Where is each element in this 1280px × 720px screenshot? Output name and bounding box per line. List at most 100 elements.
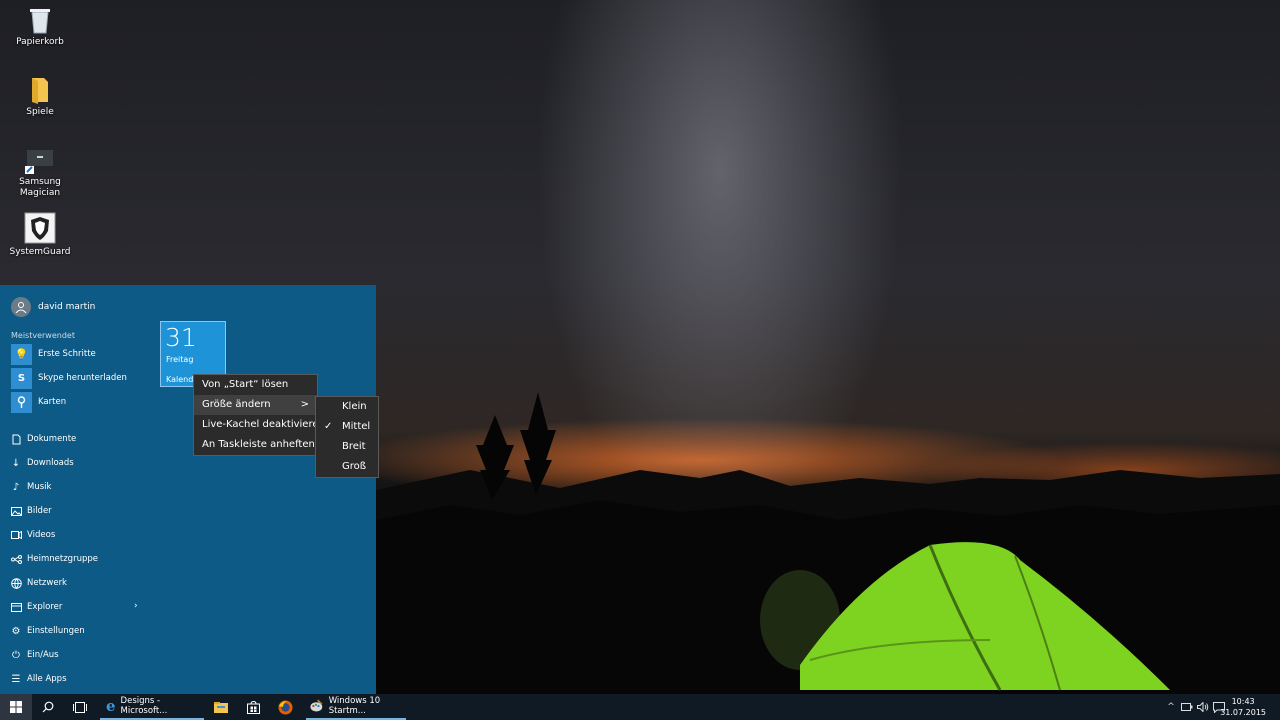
unpin-from-start-item[interactable]: Von „Start“ lösen — [194, 375, 317, 395]
start-place-dokumente[interactable]: Dokumente — [10, 431, 76, 447]
shield-icon — [24, 212, 56, 244]
taskbar-app-file-explorer[interactable] — [208, 694, 234, 720]
most-used-heading: Meistverwendet — [11, 331, 75, 340]
download-icon: ↓ — [11, 457, 21, 469]
user-account-button[interactable]: david martin — [11, 297, 95, 317]
taskbar-app-label: Designs - Microsoft... — [120, 696, 168, 716]
resize-label: Größe ändern — [202, 399, 271, 410]
power-icon: ⏻ — [12, 649, 20, 661]
taskbar-clock[interactable]: 10:43 31.07.2015 — [1220, 696, 1266, 718]
taskbar-app-store[interactable] — [240, 694, 266, 720]
desktop-icon-systemguard[interactable]: SystemGuard — [2, 212, 78, 258]
place-label: Netzwerk — [27, 578, 67, 588]
place-label: Downloads — [27, 458, 74, 468]
search-button[interactable] — [34, 694, 62, 720]
file-explorer-icon — [214, 701, 228, 713]
desktop-icon-papierkorb[interactable]: Papierkorb — [2, 6, 78, 48]
pin-to-taskbar-item[interactable]: An Taskleiste anheften — [194, 435, 317, 455]
size-medium-item[interactable]: ✓ Mittel — [316, 417, 378, 437]
lightbulb-icon: 💡 — [11, 343, 32, 365]
most-used-label: Karten — [38, 397, 67, 407]
desktop-icon-label: Papierkorb — [16, 37, 64, 47]
taskbar-app-paint[interactable]: Windows 10 Startm... — [306, 694, 406, 720]
start-place-alle-apps[interactable]: ☰ Alle Apps — [10, 671, 67, 687]
most-used-label: Skype herunterladen — [38, 373, 127, 383]
place-label: Alle Apps — [27, 674, 67, 684]
network-icon — [10, 577, 22, 589]
most-used-item-erste-schritte[interactable]: 💡 Erste Schritte — [11, 343, 96, 365]
task-view-icon — [73, 701, 87, 713]
taskbar-app-label: Windows 10 Startm... — [328, 696, 381, 716]
start-place-downloads[interactable]: ↓ Downloads — [10, 455, 74, 471]
task-view-button[interactable] — [66, 694, 94, 720]
place-label: Heimnetzgruppe — [27, 554, 98, 564]
all-apps-icon: ☰ — [11, 673, 21, 685]
taskbar-app-firefox[interactable] — [272, 694, 298, 720]
document-icon — [10, 433, 22, 445]
start-place-bilder[interactable]: Bilder — [10, 503, 52, 519]
desktop-icon-label: Spiele — [26, 107, 54, 117]
taskbar: e Designs - Microsoft... Windows 10 Star… — [0, 694, 1280, 720]
start-menu: david martin Meistverwendet 💡 Erste Schr… — [0, 285, 376, 694]
size-medium-label: Mittel — [342, 421, 371, 432]
start-place-netzwerk[interactable]: Netzwerk — [10, 575, 67, 591]
start-place-ein-aus[interactable]: ⏻ Ein/Aus — [10, 647, 59, 663]
taskbar-app-edge[interactable]: e Designs - Microsoft... — [100, 694, 204, 720]
skype-icon: S — [11, 367, 32, 389]
firefox-icon — [278, 700, 292, 714]
ssd-icon — [25, 150, 53, 174]
volume-tray-button[interactable] — [1196, 694, 1210, 720]
place-label: Ein/Aus — [27, 650, 59, 660]
checkmark-icon: ✓ — [324, 421, 333, 432]
user-avatar-icon — [11, 297, 31, 317]
pictures-icon — [10, 505, 22, 517]
place-label: Dokumente — [27, 434, 77, 444]
start-place-musik[interactable]: ♪ Musik — [10, 479, 52, 495]
store-icon — [246, 700, 260, 714]
size-small-item[interactable]: Klein — [316, 397, 378, 417]
tile-weekday: Freitag — [166, 355, 194, 364]
clock-time: 10:43 — [1231, 697, 1255, 706]
most-used-item-skype[interactable]: S Skype herunterladen — [11, 367, 127, 389]
explorer-icon — [10, 601, 22, 613]
start-place-videos[interactable]: Videos — [10, 527, 55, 543]
desktop-icon-spiele[interactable]: Spiele — [2, 76, 78, 118]
volume-icon — [1197, 702, 1209, 712]
start-place-einstellungen[interactable]: ⚙ Einstellungen — [10, 623, 85, 639]
battery-tray-button[interactable] — [1180, 694, 1194, 720]
place-label: Einstellungen — [27, 626, 85, 636]
place-label: Explorer — [27, 602, 63, 612]
size-wide-item[interactable]: Breit — [316, 437, 378, 457]
resize-item[interactable]: Größe ändern > — [194, 395, 317, 415]
gear-icon: ⚙ — [11, 625, 21, 637]
homegroup-icon — [10, 553, 22, 565]
size-large-item[interactable]: Groß — [316, 457, 378, 477]
start-place-explorer[interactable]: Explorer — [10, 599, 62, 615]
show-hidden-icons-button[interactable]: ^ — [1164, 694, 1178, 720]
submenu-arrow-icon: > — [300, 399, 309, 410]
size-submenu: Klein ✓ Mittel Breit Groß — [315, 396, 379, 478]
explorer-expand-chevron-icon[interactable]: › — [134, 601, 138, 611]
desktop-icon-label: Samsung Magician — [19, 177, 61, 198]
start-button[interactable] — [0, 694, 32, 720]
maps-icon — [11, 391, 32, 413]
place-label: Musik — [27, 482, 52, 492]
paint-icon — [310, 699, 323, 712]
most-used-item-karten[interactable]: Karten — [11, 391, 67, 413]
recycle-bin-icon — [30, 9, 50, 34]
battery-icon — [1181, 703, 1193, 711]
tile-date-number: 31 — [165, 323, 197, 352]
disable-live-tile-item[interactable]: Live-Kachel deaktivieren — [194, 415, 325, 435]
clock-date: 31.07.2015 — [1220, 708, 1266, 717]
place-label: Videos — [27, 530, 56, 540]
start-place-heimnetzgruppe[interactable]: Heimnetzgruppe — [10, 551, 98, 567]
most-used-label: Erste Schritte — [38, 349, 96, 359]
music-icon: ♪ — [12, 481, 20, 493]
desktop-icon-samsung-magician[interactable]: Samsung Magician — [2, 148, 78, 199]
edge-icon: e — [106, 697, 116, 715]
video-icon — [10, 529, 22, 541]
search-icon — [42, 701, 54, 713]
desktop-icon-label: SystemGuard — [9, 247, 71, 257]
windows-logo-icon — [10, 701, 22, 713]
place-label: Bilder — [27, 506, 52, 516]
